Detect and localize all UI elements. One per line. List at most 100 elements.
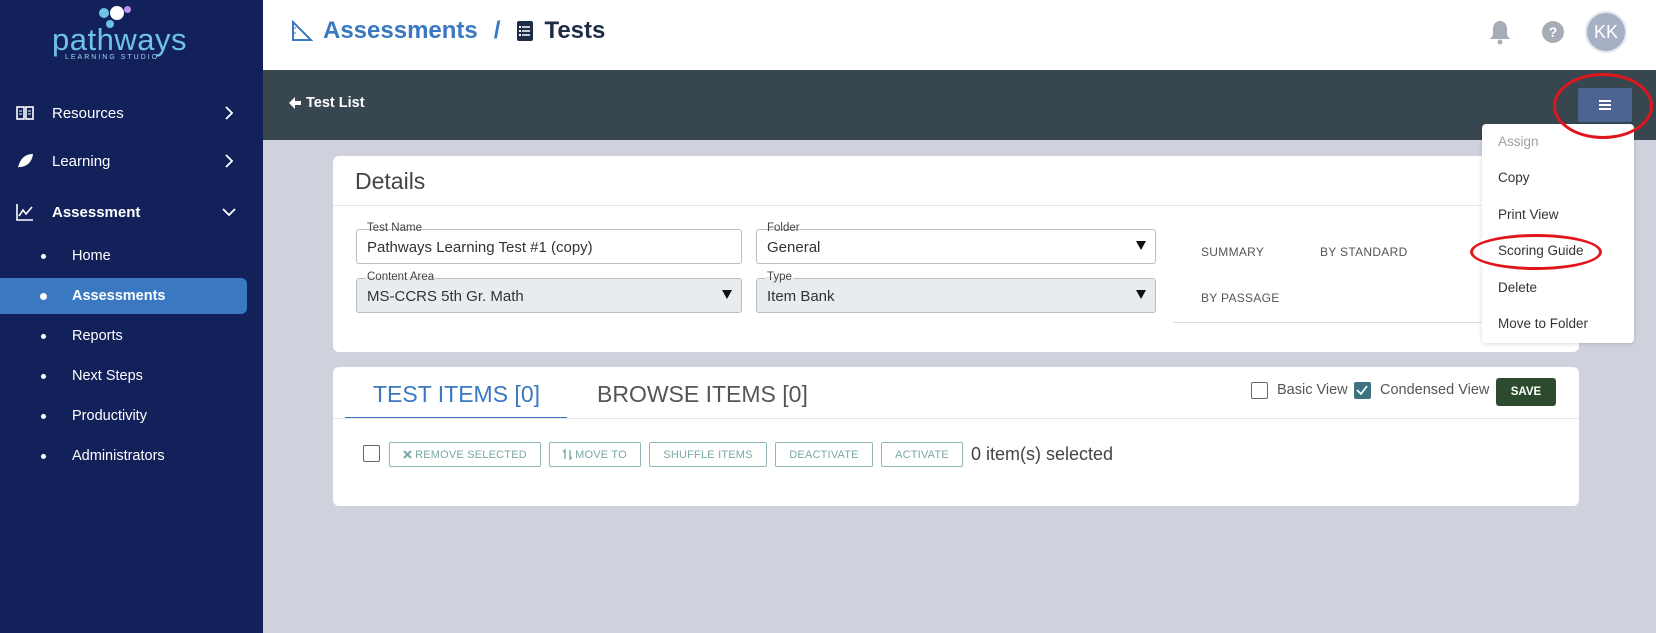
sidebar-subitem-label: Assessments bbox=[72, 288, 166, 304]
arrow-left-icon bbox=[289, 97, 301, 109]
activate-button[interactable]: ACTIVATE bbox=[881, 442, 963, 467]
move-to-button[interactable]: MOVE TO bbox=[549, 442, 641, 467]
checklist-icon bbox=[517, 21, 534, 41]
bullet-icon bbox=[41, 453, 46, 459]
sort-arrows-icon bbox=[563, 449, 573, 460]
type-value: Item Bank bbox=[767, 288, 835, 305]
tab-browse-items[interactable]: BROWSE ITEMS [0] bbox=[597, 381, 808, 408]
tab-test-items[interactable]: TEST ITEMS [0] bbox=[373, 381, 540, 408]
content-area-select[interactable]: Content Area MS-CCRS 5th Gr. Math bbox=[356, 271, 742, 313]
divider bbox=[333, 418, 1579, 419]
sidebar-subitem-label: Reports bbox=[72, 328, 123, 344]
select-all-checkbox[interactable] bbox=[363, 445, 380, 462]
menu-item-scoring-guide[interactable]: Scoring Guide bbox=[1498, 243, 1584, 258]
back-link-label: Test List bbox=[306, 95, 365, 111]
action-bar: Test List bbox=[263, 70, 1656, 140]
sidebar-item-assessment[interactable]: Assessment bbox=[0, 192, 263, 232]
app-logo[interactable]: pathways LEARNING STUDIO bbox=[52, 6, 202, 62]
bullet-icon bbox=[41, 253, 46, 259]
type-label: Type bbox=[765, 271, 794, 283]
caret-down-icon bbox=[1136, 290, 1146, 299]
chart-line-icon bbox=[16, 204, 33, 221]
sidebar-subitem-reports[interactable]: Reports bbox=[0, 319, 263, 353]
sidebar-item-learning[interactable]: Learning bbox=[0, 141, 263, 181]
test-name-value: Pathways Learning Test #1 (copy) bbox=[367, 239, 593, 256]
svg-text:?: ? bbox=[1549, 24, 1558, 40]
deactivate-button[interactable]: DEACTIVATE bbox=[775, 442, 873, 467]
sidebar-subitem-administrators[interactable]: Administrators bbox=[0, 439, 263, 473]
check-icon bbox=[1356, 385, 1368, 396]
logo-subtext: LEARNING STUDIO bbox=[65, 54, 160, 61]
logo-text: pathways bbox=[52, 22, 187, 57]
folder-label: Folder bbox=[765, 222, 802, 234]
move-to-label: MOVE TO bbox=[575, 448, 627, 461]
sidebar: pathways LEARNING STUDIO Resources Learn… bbox=[0, 0, 263, 633]
bell-icon[interactable] bbox=[1488, 19, 1512, 45]
folder-value: General bbox=[767, 239, 821, 256]
content-area-label: Content Area bbox=[365, 271, 437, 283]
content-area-value: MS-CCRS 5th Gr. Math bbox=[367, 288, 524, 305]
remove-selected-button[interactable]: REMOVE SELECTED bbox=[389, 442, 541, 467]
bullet-icon bbox=[41, 333, 46, 339]
sidebar-subitem-productivity[interactable]: Productivity bbox=[0, 399, 263, 433]
condensed-view-label: Condensed View bbox=[1380, 382, 1490, 398]
menu-item-delete[interactable]: Delete bbox=[1498, 280, 1537, 295]
back-to-test-list-link[interactable]: Test List bbox=[288, 95, 365, 111]
basic-view-checkbox[interactable] bbox=[1251, 382, 1268, 399]
condensed-view-checkbox[interactable] bbox=[1354, 382, 1371, 399]
breadcrumb-separator: / bbox=[493, 17, 501, 44]
breadcrumb-parent-link[interactable]: Assessments bbox=[323, 17, 478, 45]
hamburger-icon bbox=[1599, 100, 1611, 110]
sidebar-subitem-next-steps[interactable]: Next Steps bbox=[0, 359, 263, 393]
tab-by-passage[interactable]: BY PASSAGE bbox=[1201, 291, 1280, 305]
type-select[interactable]: Type Item Bank bbox=[756, 271, 1156, 313]
leaf-icon bbox=[18, 154, 33, 168]
selected-count: 0 item(s) selected bbox=[971, 444, 1114, 464]
tab-by-standard[interactable]: BY STANDARD bbox=[1320, 245, 1408, 259]
caret-down-icon bbox=[722, 290, 732, 299]
sidebar-subitem-label: Home bbox=[72, 248, 111, 264]
tab-summary[interactable]: SUMMARY bbox=[1201, 245, 1264, 259]
menu-item-copy[interactable]: Copy bbox=[1498, 170, 1530, 185]
sidebar-subitem-label: Administrators bbox=[72, 448, 165, 464]
help-icon[interactable]: ? bbox=[1541, 20, 1565, 44]
details-title: Details bbox=[355, 168, 426, 194]
divider bbox=[333, 205, 1579, 206]
remove-selected-label: REMOVE SELECTED bbox=[415, 448, 527, 461]
caret-down-icon bbox=[1136, 241, 1146, 250]
bullet-icon bbox=[41, 373, 46, 379]
basic-view-label: Basic View bbox=[1277, 382, 1348, 398]
book-icon bbox=[16, 106, 34, 120]
bullet-icon bbox=[40, 292, 47, 300]
sidebar-item-label: Assessment bbox=[52, 203, 141, 221]
actions-menu-button[interactable] bbox=[1578, 88, 1632, 122]
page-title: Tests bbox=[544, 17, 606, 44]
actions-dropdown-menu: Assign Copy Print View Scoring Guide Del… bbox=[1482, 124, 1634, 343]
bullet-icon bbox=[41, 413, 46, 419]
items-card: TEST ITEMS [0] BROWSE ITEMS [0] Basic Vi… bbox=[333, 367, 1579, 506]
folder-select[interactable]: Folder General bbox=[756, 222, 1156, 264]
divider bbox=[1173, 322, 1493, 323]
test-name-field[interactable]: Test Name Pathways Learning Test #1 (cop… bbox=[356, 222, 742, 264]
sidebar-item-label: Learning bbox=[52, 152, 111, 170]
save-button[interactable]: SAVE bbox=[1496, 378, 1556, 406]
sidebar-subitem-assessments[interactable]: Assessments bbox=[0, 278, 247, 314]
shuffle-items-button[interactable]: SHUFFLE ITEMS bbox=[649, 442, 767, 467]
x-icon bbox=[403, 450, 412, 459]
sidebar-subitem-label: Productivity bbox=[72, 408, 147, 424]
chevron-down-icon bbox=[222, 208, 236, 217]
sidebar-subitem-label: Next Steps bbox=[72, 368, 143, 384]
chevron-right-icon bbox=[225, 106, 234, 120]
sidebar-item-label: Resources bbox=[52, 104, 124, 122]
top-header: Assessments / Tests ? KK bbox=[263, 0, 1656, 70]
sidebar-item-resources[interactable]: Resources bbox=[0, 93, 263, 133]
sidebar-subitem-home[interactable]: Home bbox=[0, 239, 263, 273]
user-avatar[interactable]: KK bbox=[1585, 11, 1627, 53]
chevron-right-icon bbox=[225, 154, 234, 168]
menu-item-print-view[interactable]: Print View bbox=[1498, 207, 1559, 222]
menu-item-move-to-folder[interactable]: Move to Folder bbox=[1498, 316, 1588, 331]
test-name-label: Test Name bbox=[365, 222, 424, 234]
breadcrumb: Assessments / Tests bbox=[291, 17, 605, 45]
menu-item-assign[interactable]: Assign bbox=[1498, 134, 1539, 149]
ruler-triangle-icon bbox=[292, 20, 313, 41]
